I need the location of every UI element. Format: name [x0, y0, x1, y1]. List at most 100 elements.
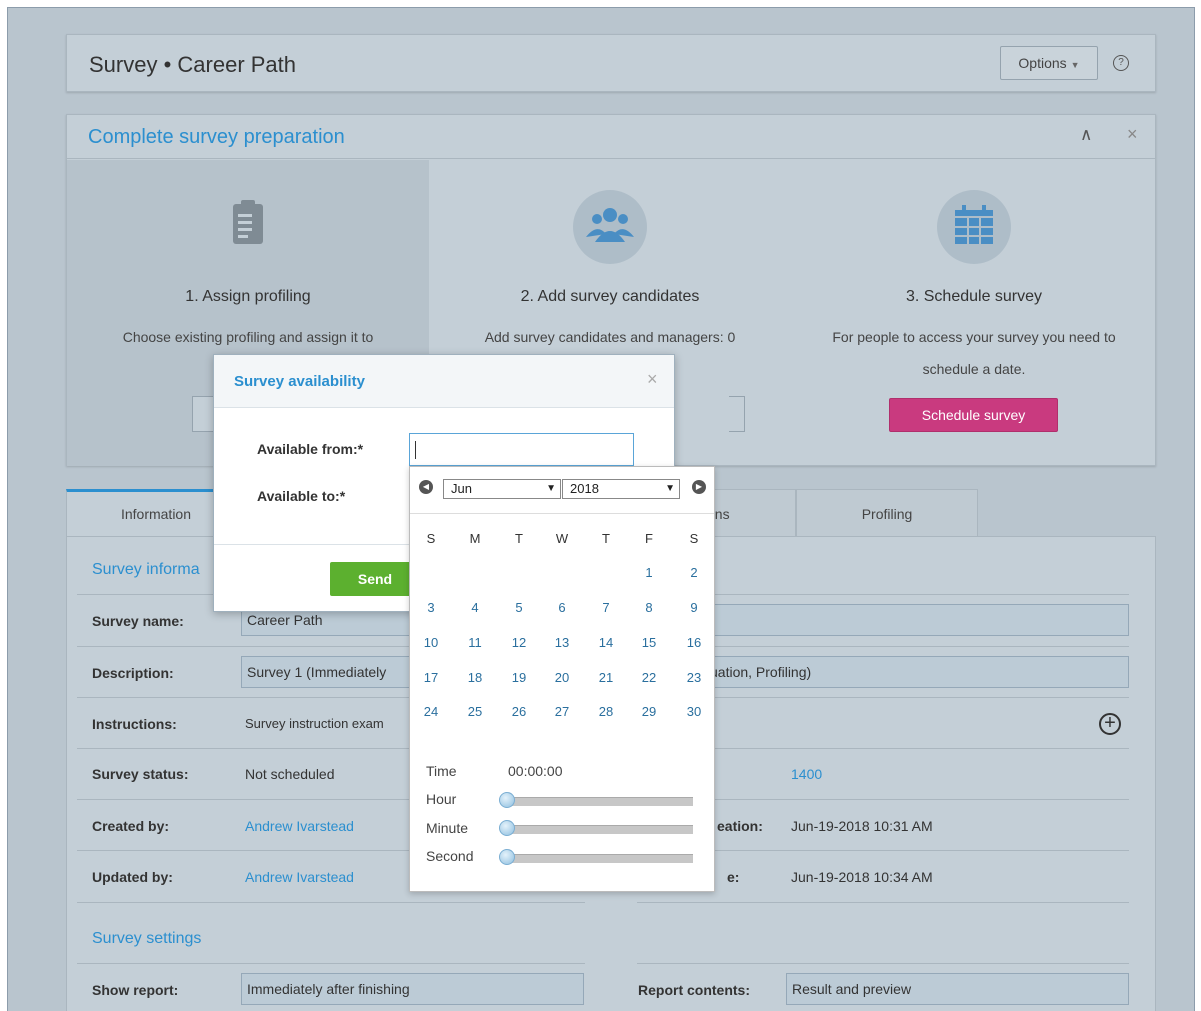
minute-label: Minute — [426, 820, 469, 836]
calendar-day[interactable]: 5 — [506, 600, 532, 615]
description-label: Description: — [92, 665, 174, 681]
calendar-day[interactable]: 17 — [418, 670, 444, 685]
caret-down-icon: ▼ — [1070, 60, 1080, 70]
calendar-day[interactable]: 20 — [549, 670, 575, 685]
survey-id-link[interactable]: 1400 — [791, 766, 822, 782]
calendar-day[interactable]: 6 — [549, 600, 575, 615]
schedule-survey-button[interactable]: Schedule survey — [889, 398, 1058, 432]
calendar-day[interactable]: 4 — [462, 600, 488, 615]
panel-title: Complete survey preparation — [88, 126, 345, 148]
created-by-link[interactable]: Andrew Ivarstead — [245, 818, 354, 834]
calendar-day[interactable]: 14 — [593, 635, 619, 650]
calendar-day[interactable]: 16 — [681, 635, 707, 650]
calendar-day[interactable]: 18 — [462, 670, 488, 685]
calendar-day[interactable]: 22 — [636, 670, 662, 685]
options-button[interactable]: Options ▼ — [1000, 46, 1098, 80]
options-label: Options — [1018, 55, 1067, 71]
divider — [77, 902, 585, 903]
page-title: Survey • Career Path — [89, 52, 297, 77]
add-circle-icon[interactable]: + — [1099, 713, 1121, 735]
year-select[interactable]: 2018 ▼ — [562, 479, 680, 499]
send-button[interactable]: Send — [330, 562, 420, 596]
second-slider-handle[interactable] — [499, 849, 515, 865]
report-contents-label: Report contents: — [638, 982, 750, 998]
step-title: 1. Assign profiling — [185, 288, 311, 305]
weekday-label: M — [469, 531, 481, 546]
tab-profiling[interactable]: Profiling — [796, 489, 978, 537]
calendar-day[interactable]: 23 — [681, 670, 707, 685]
calendar-day[interactable]: 15 — [636, 635, 662, 650]
second-slider-track[interactable] — [502, 854, 693, 863]
calendar-day[interactable]: 28 — [593, 704, 619, 719]
show-report-label: Show report: — [92, 982, 179, 998]
weekday-label: F — [645, 531, 653, 546]
calendar-day[interactable]: 2 — [681, 565, 707, 580]
creation-date-value: Jun-19-2018 10:31 AM — [791, 818, 933, 834]
dialog-header: Survey availability × — [214, 355, 674, 408]
close-icon[interactable]: × — [647, 369, 658, 390]
calendar-day[interactable]: 13 — [549, 635, 575, 650]
weekday-label: S — [689, 531, 699, 546]
dialog-title: Survey availability — [234, 373, 365, 390]
panel-header: Complete survey preparation ∧ × — [67, 115, 1155, 159]
weekday-label: T — [602, 531, 610, 546]
calendar-day[interactable]: 11 — [462, 635, 488, 650]
step-description: Choose existing profiling and assign it … — [122, 329, 374, 345]
status-value: Not scheduled — [245, 766, 335, 782]
divider — [410, 513, 714, 514]
calendar-day[interactable]: 26 — [506, 704, 532, 719]
divider — [637, 963, 1129, 964]
calendar-day[interactable]: 1 — [636, 565, 662, 580]
calendar-day[interactable]: 21 — [593, 670, 619, 685]
clipboard-icon — [211, 190, 285, 264]
available-from-input[interactable] — [409, 433, 634, 466]
people-icon — [573, 190, 647, 264]
creation-date-label: eation: — [717, 818, 763, 834]
datepicker-popup: ◀ Jun ▼ 2018 ▼ ▶ SMTWTFS 1 2 3 4 5 6 7 8 9 10 11 12 13… — [409, 466, 715, 892]
available-to-label: Available to:* — [257, 488, 346, 504]
survey-name-label: Survey name: — [92, 613, 184, 629]
divider — [637, 902, 1129, 903]
weekday-label: W — [555, 531, 569, 546]
close-icon[interactable]: × — [1127, 124, 1138, 145]
description-value: Survey 1 (Immediately — [247, 664, 387, 680]
calendar-day[interactable]: 27 — [549, 704, 575, 719]
calendar-day[interactable]: 3 — [418, 600, 444, 615]
updated-by-link[interactable]: Andrew Ivarstead — [245, 869, 354, 885]
calendar-day[interactable]: 24 — [418, 704, 444, 719]
calendar-day[interactable]: 19 — [506, 670, 532, 685]
available-from-label: Available from:* — [257, 441, 364, 457]
step-description: Add survey candidates and managers: 0 — [484, 329, 736, 345]
calendar-day[interactable]: 8 — [636, 600, 662, 615]
add-candidates-button[interactable] — [729, 396, 745, 432]
created-by-label: Created by: — [92, 818, 170, 834]
hour-slider-handle[interactable] — [499, 792, 515, 808]
calendar-day[interactable]: 12 — [506, 635, 532, 650]
step-title: 3. Schedule survey — [905, 288, 1043, 305]
calendar-day[interactable]: 25 — [462, 704, 488, 719]
hour-slider-track[interactable] — [502, 797, 693, 806]
instructions-label: Instructions: — [92, 716, 177, 732]
calendar-day[interactable]: 10 — [418, 635, 444, 650]
calendar-day[interactable]: 30 — [681, 704, 707, 719]
next-month-icon[interactable]: ▶ — [692, 480, 706, 494]
page-header: Survey • Career Path Options ▼ ? — [66, 34, 1156, 92]
prev-month-icon[interactable]: ◀ — [419, 480, 433, 494]
chevron-up-icon[interactable]: ∧ — [1080, 125, 1092, 145]
instructions-value: Survey instruction exam — [245, 716, 384, 731]
update-date-label: e: — [727, 869, 740, 885]
help-icon[interactable]: ? — [1113, 55, 1129, 71]
calendar-day[interactable]: 29 — [636, 704, 662, 719]
update-date-value: Jun-19-2018 10:34 AM — [791, 869, 933, 885]
month-select[interactable]: Jun ▼ — [443, 479, 561, 499]
calendar-day[interactable]: 9 — [681, 600, 707, 615]
minute-slider-track[interactable] — [502, 825, 693, 834]
minute-slider-handle[interactable] — [499, 820, 515, 836]
report-contents-field[interactable]: Result and preview — [786, 973, 1129, 1005]
section-title-settings: Survey settings — [92, 930, 202, 947]
section-title-information: Survey informa — [92, 561, 200, 578]
calendar-day[interactable]: 7 — [593, 600, 619, 615]
show-report-field[interactable]: Immediately after finishing — [241, 973, 584, 1005]
divider — [77, 963, 585, 964]
time-value: 00:00:00 — [508, 763, 563, 779]
